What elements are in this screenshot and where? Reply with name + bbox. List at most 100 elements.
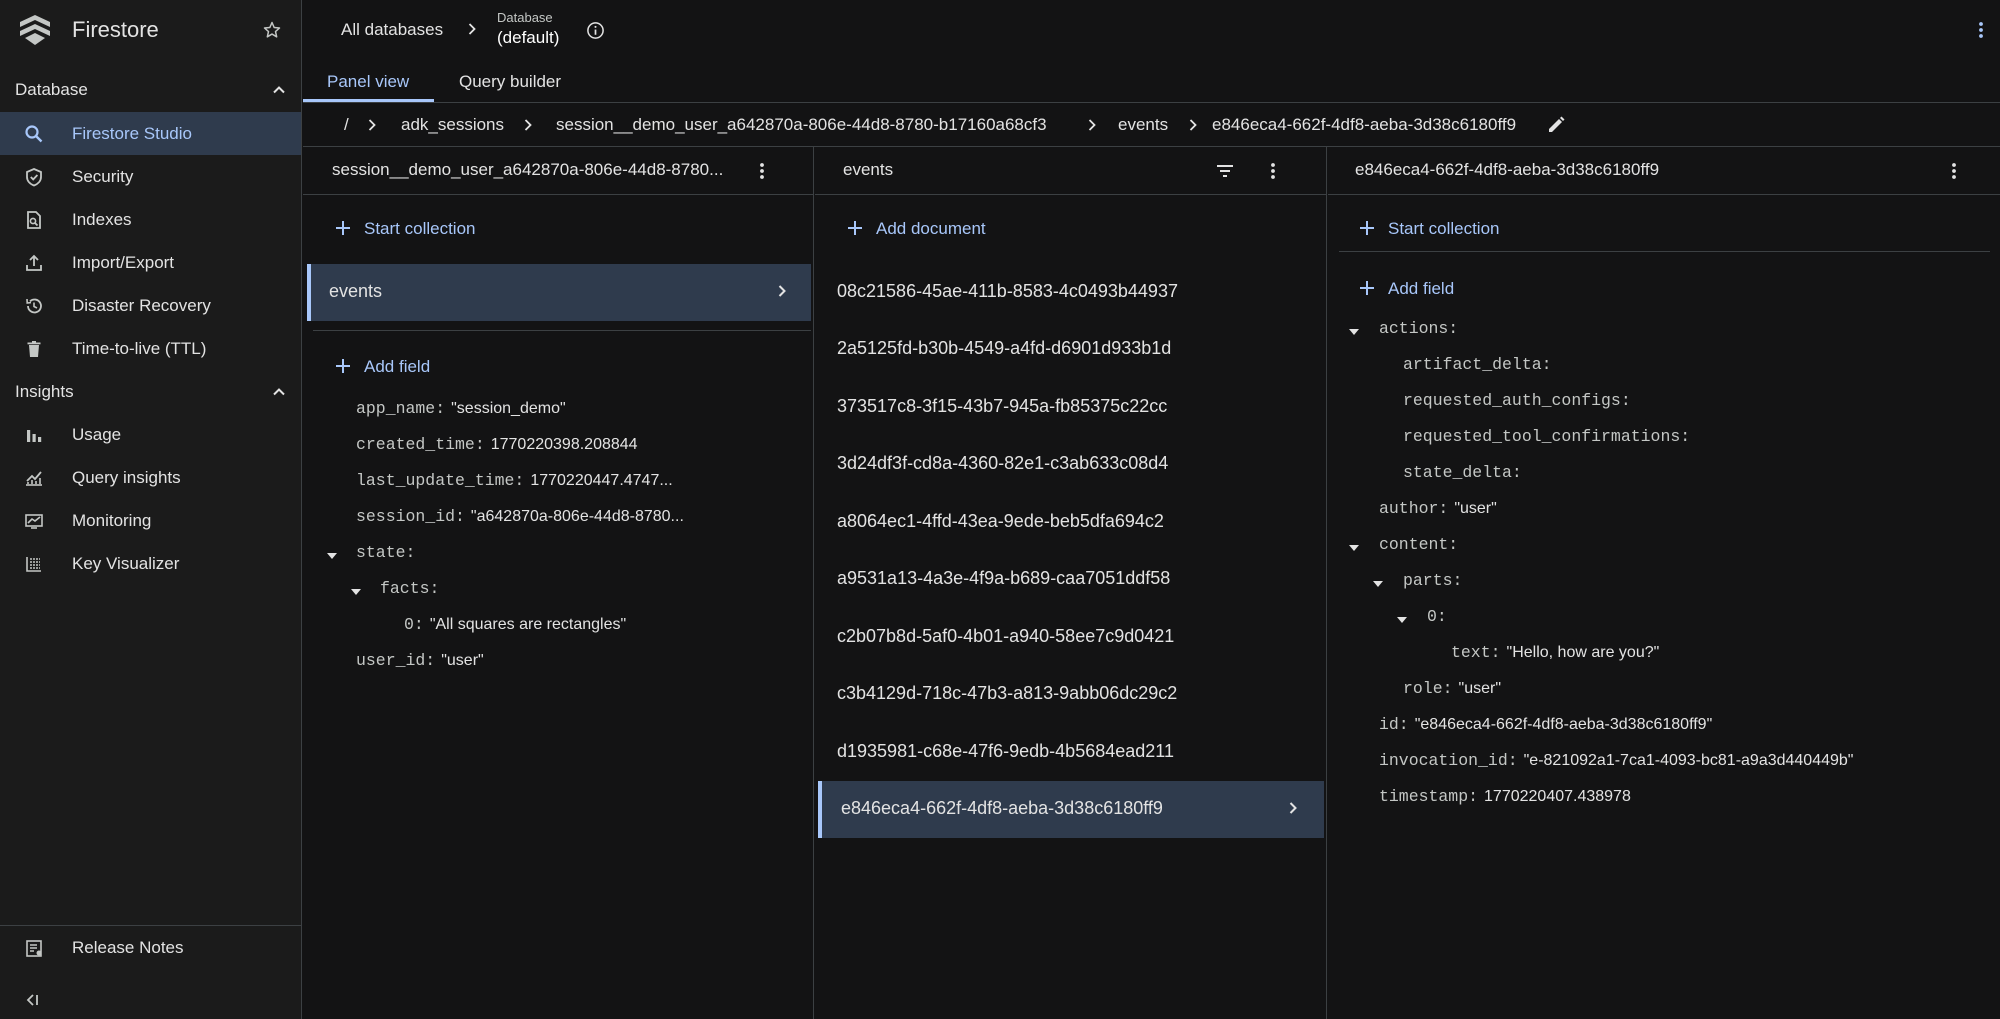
field-requested-auth-configs[interactable]: requested_auth_configs: bbox=[1403, 391, 1631, 410]
start-collection-button[interactable]: Start collection bbox=[1358, 215, 1558, 243]
document-item[interactable]: d1935981-c68e-47f6-9edb-4b5684ead211 bbox=[837, 741, 1174, 762]
expand-triangle-icon[interactable] bbox=[1347, 541, 1361, 555]
sidebar-item-import-export[interactable]: Import/Export bbox=[0, 241, 301, 284]
active-tab-indicator bbox=[303, 99, 434, 102]
field-role[interactable]: role: "user" bbox=[1403, 679, 1501, 698]
field-key: state_delta: bbox=[1403, 463, 1522, 482]
chevron-right-icon bbox=[1286, 801, 1300, 815]
document-item[interactable]: c3b4129d-718c-47b3-a813-9abb06dc29c2 bbox=[837, 683, 1177, 704]
field-key: session_id: bbox=[356, 507, 465, 526]
database-selector[interactable]: (default) bbox=[497, 28, 559, 48]
sidebar-item-label: Monitoring bbox=[72, 511, 152, 530]
field-facts[interactable]: facts: bbox=[380, 579, 439, 598]
field-value: "e-821092a1-7ca1-4093-bc81-a9a3d440449b" bbox=[1523, 752, 1854, 769]
path-segment[interactable]: events bbox=[1118, 115, 1168, 135]
field-artifact-delta[interactable]: artifact_delta: bbox=[1403, 355, 1552, 374]
insights-section-label: Insights bbox=[15, 382, 74, 401]
start-collection-label: Start collection bbox=[1388, 219, 1500, 238]
field-requested-tool-confirmations[interactable]: requested_tool_confirmations: bbox=[1403, 427, 1690, 446]
more-vert-icon[interactable] bbox=[1263, 161, 1283, 181]
add-document-button[interactable]: Add document bbox=[846, 215, 1046, 243]
field-key: id: bbox=[1379, 715, 1409, 734]
start-collection-button[interactable]: Start collection bbox=[334, 215, 534, 243]
field-state[interactable]: state: bbox=[356, 543, 415, 562]
field-value: 1770220407.438978 bbox=[1484, 788, 1631, 805]
field-session-id[interactable]: session_id: "a642870a-806e-44d8-8780... bbox=[356, 507, 684, 526]
path-root[interactable]: / bbox=[344, 115, 349, 135]
sidebar-item-query-insights[interactable]: Query insights bbox=[0, 456, 301, 499]
document-item[interactable]: 2a5125fd-b30b-4549-a4fd-d6901d933b1d bbox=[837, 338, 1171, 359]
monitoring-icon bbox=[24, 511, 44, 531]
field-key: actions: bbox=[1379, 319, 1459, 338]
expand-triangle-icon[interactable] bbox=[1371, 577, 1385, 591]
field-fact-0[interactable]: 0: "All squares are rectangles" bbox=[404, 615, 626, 634]
collection-item-selected[interactable]: events bbox=[307, 264, 811, 321]
field-value: "e846eca4-662f-4df8-aeba-3d38c6180ff9" bbox=[1414, 716, 1713, 733]
tab-query-builder[interactable]: Query builder bbox=[459, 72, 561, 92]
path-segment[interactable]: e846eca4-662f-4df8-aeba-3d38c6180ff9 bbox=[1212, 115, 1516, 135]
field-state-delta[interactable]: state_delta: bbox=[1403, 463, 1522, 482]
field-user-id[interactable]: user_id: "user" bbox=[356, 651, 484, 670]
sidebar-item-key-visualizer[interactable]: Key Visualizer bbox=[0, 542, 301, 585]
path-segment[interactable]: adk_sessions bbox=[401, 115, 504, 135]
expand-triangle-icon[interactable] bbox=[1347, 325, 1361, 339]
field-content[interactable]: content: bbox=[1379, 535, 1458, 554]
sidebar-item-indexes[interactable]: Indexes bbox=[0, 198, 301, 241]
chevron-right-icon bbox=[465, 22, 479, 36]
field-created-time[interactable]: created_time: 1770220398.208844 bbox=[356, 435, 638, 454]
path-segment[interactable]: session__demo_user_a642870a-806e-44d8-87… bbox=[556, 115, 1047, 135]
field-id[interactable]: id: "e846eca4-662f-4df8-aeba-3d38c6180ff9… bbox=[1379, 715, 1712, 734]
sidebar-item-release-notes[interactable]: Release Notes bbox=[0, 926, 301, 969]
tab-panel-view[interactable]: Panel view bbox=[327, 72, 409, 92]
document-item[interactable]: a8064ec1-4ffd-43ea-9ede-beb5dfa694c2 bbox=[837, 511, 1164, 532]
panel-divider bbox=[313, 330, 811, 331]
field-last-update-time[interactable]: last_update_time: 1770220447.4747... bbox=[356, 471, 673, 490]
add-icon bbox=[1358, 219, 1376, 237]
more-vert-icon[interactable] bbox=[1944, 161, 1964, 181]
field-parts[interactable]: parts: bbox=[1403, 571, 1462, 590]
sidebar-item-label: Import/Export bbox=[72, 253, 175, 272]
field-author[interactable]: author: "user" bbox=[1379, 499, 1497, 518]
field-timestamp[interactable]: timestamp: 1770220407.438978 bbox=[1379, 787, 1631, 806]
more-vert-icon[interactable] bbox=[752, 161, 772, 181]
chevron-right-icon bbox=[521, 118, 535, 132]
panel-divider bbox=[1339, 251, 1990, 252]
info-icon[interactable] bbox=[586, 21, 605, 40]
sidebar-item-usage[interactable]: Usage bbox=[0, 413, 301, 456]
document-item[interactable]: c2b07b8d-5af0-4b01-a940-58ee7c9d0421 bbox=[837, 626, 1174, 647]
add-document-label: Add document bbox=[876, 219, 986, 238]
collapse-sidebar-icon[interactable] bbox=[24, 991, 42, 1009]
field-invocation-id[interactable]: invocation_id: "e-821092a1-7ca1-4093-bc81… bbox=[1379, 751, 1853, 770]
field-part-0[interactable]: 0: bbox=[1427, 607, 1447, 626]
edit-path-icon[interactable] bbox=[1546, 115, 1566, 135]
panel-title: events bbox=[843, 160, 894, 179]
sidebar-item-monitoring[interactable]: Monitoring bbox=[0, 499, 301, 542]
expand-triangle-icon[interactable] bbox=[325, 549, 339, 563]
expand-triangle-icon[interactable] bbox=[349, 585, 363, 599]
field-actions[interactable]: actions: bbox=[1379, 319, 1458, 338]
document-item[interactable]: 373517c8-3f15-43b7-945a-fb85375c22cc bbox=[837, 396, 1167, 417]
panel-header: session__demo_user_a642870a-806e-44d8-87… bbox=[303, 147, 813, 195]
sidebar-item-security[interactable]: Security bbox=[0, 155, 301, 198]
more-vert-icon[interactable] bbox=[1971, 20, 1991, 40]
all-databases-link[interactable]: All databases bbox=[341, 20, 443, 40]
field-key: requested_auth_configs: bbox=[1403, 391, 1631, 410]
database-section-header[interactable]: Database bbox=[15, 76, 287, 104]
sidebar-item-firestore-studio[interactable]: Firestore Studio bbox=[0, 112, 301, 155]
sidebar-item-ttl[interactable]: Time-to-live (TTL) bbox=[0, 327, 301, 370]
sidebar-item-disaster-recovery[interactable]: Disaster Recovery bbox=[0, 284, 301, 327]
chevron-up-icon bbox=[271, 82, 287, 98]
filter-icon[interactable] bbox=[1215, 161, 1235, 181]
field-app-name[interactable]: app_name: "session_demo" bbox=[356, 399, 566, 418]
document-item[interactable]: a9531a13-4a3e-4f9a-b689-caa7051ddf58 bbox=[837, 568, 1170, 589]
insights-section-header[interactable]: Insights bbox=[15, 378, 287, 406]
add-field-button[interactable]: Add field bbox=[1358, 275, 1518, 303]
document-item[interactable]: 3d24df3f-cd8a-4360-82e1-c3ab633c08d4 bbox=[837, 453, 1168, 474]
expand-triangle-icon[interactable] bbox=[1395, 613, 1409, 627]
star-icon[interactable] bbox=[262, 20, 282, 40]
field-text[interactable]: text: "Hello, how are you?" bbox=[1451, 643, 1659, 662]
add-field-button[interactable]: Add field bbox=[334, 353, 494, 381]
document-item[interactable]: 08c21586-45ae-411b-8583-4c0493b44937 bbox=[837, 281, 1178, 302]
document-item-selected[interactable]: e846eca4-662f-4df8-aeba-3d38c6180ff9 bbox=[818, 781, 1324, 838]
sidebar-item-label: Security bbox=[72, 167, 134, 186]
